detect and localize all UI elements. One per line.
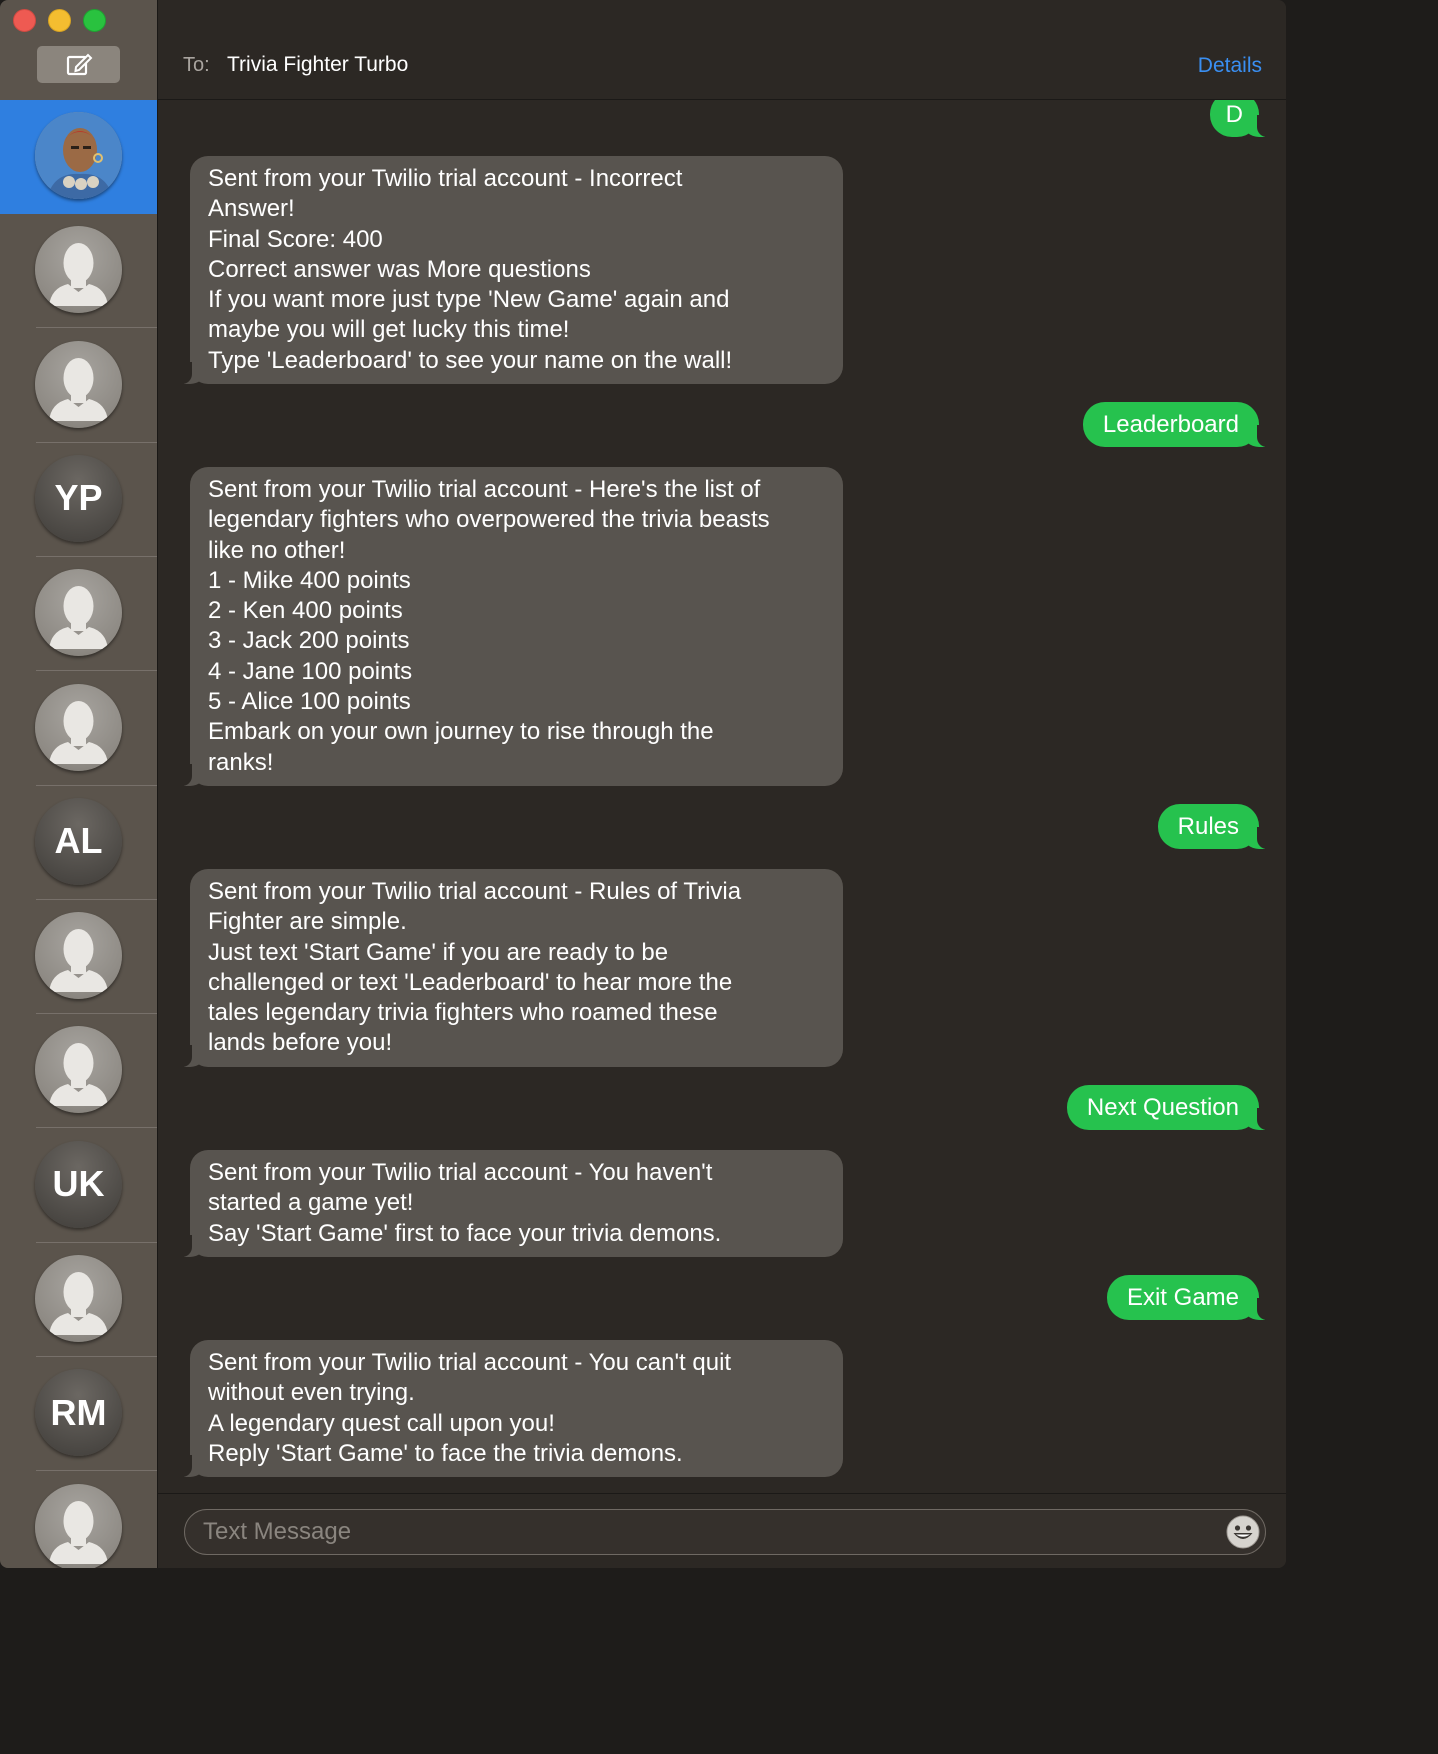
contact-initials-avatar: UK [35,1140,122,1228]
conversation-row[interactable]: YP [0,443,157,557]
conversation-sidebar: YP AL UK RM [0,0,158,1568]
conversation-row[interactable] [0,1014,157,1129]
compose-button[interactable] [37,46,120,83]
conversation-row[interactable] [0,100,157,214]
conversation-row[interactable] [0,329,157,443]
message-transcript: D Sent from your Twilio trial account - I… [158,100,1286,1493]
received-message-bubble[interactable]: Sent from your Twilio trial account - In… [178,156,843,385]
conversation-row[interactable] [0,900,157,1015]
compose-icon [66,53,92,75]
default-contact-icon [35,683,122,771]
received-message-bubble[interactable]: Sent from your Twilio trial account - He… [178,467,843,786]
emoji-icon[interactable] [1225,1514,1261,1550]
details-button[interactable]: Details [1198,54,1262,78]
sent-message-bubble[interactable]: Exit Game [1106,1275,1272,1320]
sent-message-bubble[interactable]: D [1209,100,1272,137]
minimize-window-button[interactable] [48,9,71,32]
default-contact-icon [35,226,122,314]
sent-message-bubble[interactable]: Leaderboard [1082,402,1272,447]
conversation-row[interactable] [0,557,157,672]
default-contact-icon [35,1026,122,1114]
zoom-window-button[interactable] [83,9,106,32]
close-window-button[interactable] [13,9,36,32]
contact-initials-avatar: RM [35,1369,122,1457]
received-message-bubble[interactable]: Sent from your Twilio trial account - Yo… [178,1150,843,1257]
message-input[interactable] [203,1510,1203,1554]
contact-initials-avatar: YP [35,454,122,542]
conversation-row[interactable]: UK [0,1129,157,1243]
conversation-row[interactable]: RM [0,1357,157,1472]
default-contact-icon [35,1255,122,1342]
sent-message-bubble[interactable]: Rules [1157,804,1272,849]
received-message-bubble[interactable]: Sent from your Twilio trial account - Ru… [178,869,843,1067]
to-label: To: [183,54,210,76]
conversation-row[interactable] [0,1472,157,1568]
conversation-row[interactable] [0,672,157,786]
contact-photo-avatar [35,112,122,199]
composer-bar [158,1493,1286,1568]
window-controls [13,9,106,32]
sent-message-bubble[interactable]: Next Question [1066,1085,1272,1130]
conversation-header: To: Trivia Fighter Turbo Details [158,0,1286,100]
default-contact-icon [35,569,122,657]
received-message-bubble[interactable]: Sent from your Twilio trial account - Yo… [178,1340,843,1478]
messages-window: YP AL UK RM To: Trivia Fighter Turbo Detail… [0,0,1286,1568]
recipient-name[interactable]: Trivia Fighter Turbo [227,53,408,77]
default-contact-icon [35,340,122,428]
conversation-row[interactable] [0,214,157,329]
default-contact-icon [35,1483,122,1568]
conversation-row[interactable]: AL [0,786,157,900]
default-contact-icon [35,912,122,1000]
conversation-row[interactable] [0,1243,157,1357]
message-input-container [184,1509,1266,1555]
contact-initials-avatar: AL [35,797,122,885]
